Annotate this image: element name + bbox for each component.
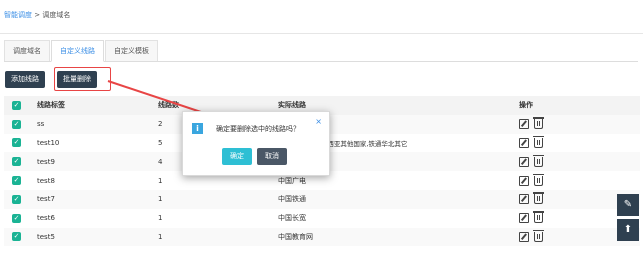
trash-icon[interactable]	[533, 135, 544, 148]
row-tag: test7	[37, 195, 55, 204]
edit-icon[interactable]	[519, 175, 529, 186]
column-header-actions: 操作	[519, 101, 533, 110]
tab-domains[interactable]: 调度域名	[4, 40, 50, 61]
trash-icon[interactable]	[533, 173, 544, 186]
trash-icon[interactable]	[533, 211, 544, 224]
row-checkbox[interactable]: ✓	[4, 190, 36, 209]
check-icon: ✓	[12, 100, 21, 110]
trash-icon[interactable]	[533, 117, 544, 130]
row-checkbox[interactable]: ✓	[4, 134, 36, 153]
table-row: ✓ test5 1 中国教育网	[4, 227, 640, 247]
header-divider	[0, 33, 643, 34]
row-actual: 中国铁通	[278, 195, 306, 204]
check-icon: ✓	[12, 119, 21, 129]
column-header-tag: 线路标签	[37, 101, 65, 110]
row-actual: 中国长宽	[278, 214, 306, 223]
row-actions	[519, 171, 640, 190]
edit-icon[interactable]	[519, 137, 529, 148]
select-all-checkbox[interactable]: ✓	[4, 96, 36, 115]
edit-icon[interactable]	[519, 156, 529, 167]
row-count: 1	[158, 214, 163, 223]
confirm-dialog: i 确定要删除选中的线路吗？ × 确定 取消	[182, 111, 330, 176]
table-row: ✓ test6 1 中国长宽	[4, 208, 640, 228]
trash-icon[interactable]	[533, 229, 544, 242]
dialog-message: 确定要删除选中的线路吗？	[216, 125, 300, 133]
row-tag: test5	[37, 232, 55, 241]
check-icon: ✓	[12, 194, 21, 204]
row-checkbox[interactable]: ✓	[4, 171, 36, 190]
row-actual: 中国教育网	[278, 232, 313, 241]
breadcrumb-separator: >	[32, 11, 43, 19]
float-edit-icon[interactable]: ✎	[617, 194, 639, 216]
tab-custom-lines[interactable]: 自定义线路	[51, 40, 104, 62]
row-checkbox[interactable]: ✓	[4, 115, 36, 134]
back-to-top-icon[interactable]: ⬆	[617, 219, 639, 241]
check-icon: ✓	[12, 213, 21, 223]
trash-icon[interactable]	[533, 192, 544, 205]
close-icon[interactable]: ×	[315, 117, 322, 126]
row-tag: test8	[37, 176, 55, 185]
confirm-button[interactable]: 确定	[222, 148, 252, 165]
batch-delete-button[interactable]: 批量删除	[57, 71, 97, 88]
row-actions	[519, 115, 640, 134]
row-tag: test9	[37, 157, 55, 166]
tab-custom-templates[interactable]: 自定义模板	[105, 40, 158, 61]
row-tag: test6	[37, 214, 55, 223]
row-actions	[519, 134, 640, 153]
row-checkbox[interactable]: ✓	[4, 228, 36, 247]
row-tag: ss	[37, 120, 45, 129]
breadcrumb-current: 调度域名	[42, 11, 71, 19]
breadcrumb-parent-link[interactable]: 智能调度	[4, 11, 32, 19]
info-icon: i	[192, 123, 203, 134]
table-row: ✓ test7 1 中国铁通	[4, 189, 640, 209]
row-tag: test10	[37, 138, 60, 147]
row-count: 1	[158, 195, 163, 204]
row-checkbox[interactable]: ✓	[4, 152, 36, 171]
row-actions	[519, 152, 640, 171]
add-line-button[interactable]: 添加线路	[5, 71, 45, 88]
tab-bar: 调度域名 自定义线路 自定义模板	[4, 40, 638, 62]
row-count: 1	[158, 232, 163, 241]
cancel-button[interactable]: 取消	[257, 148, 287, 165]
edit-icon[interactable]	[519, 119, 529, 130]
check-icon: ✓	[12, 157, 21, 167]
check-icon: ✓	[12, 232, 21, 242]
trash-icon[interactable]	[533, 154, 544, 167]
breadcrumb: 智能调度 > 调度域名	[4, 10, 70, 20]
row-checkbox[interactable]: ✓	[4, 209, 36, 228]
edit-icon[interactable]	[519, 194, 529, 205]
edit-icon[interactable]	[519, 231, 529, 242]
check-icon: ✓	[12, 176, 21, 186]
check-icon: ✓	[12, 138, 21, 148]
edit-icon[interactable]	[519, 213, 529, 224]
